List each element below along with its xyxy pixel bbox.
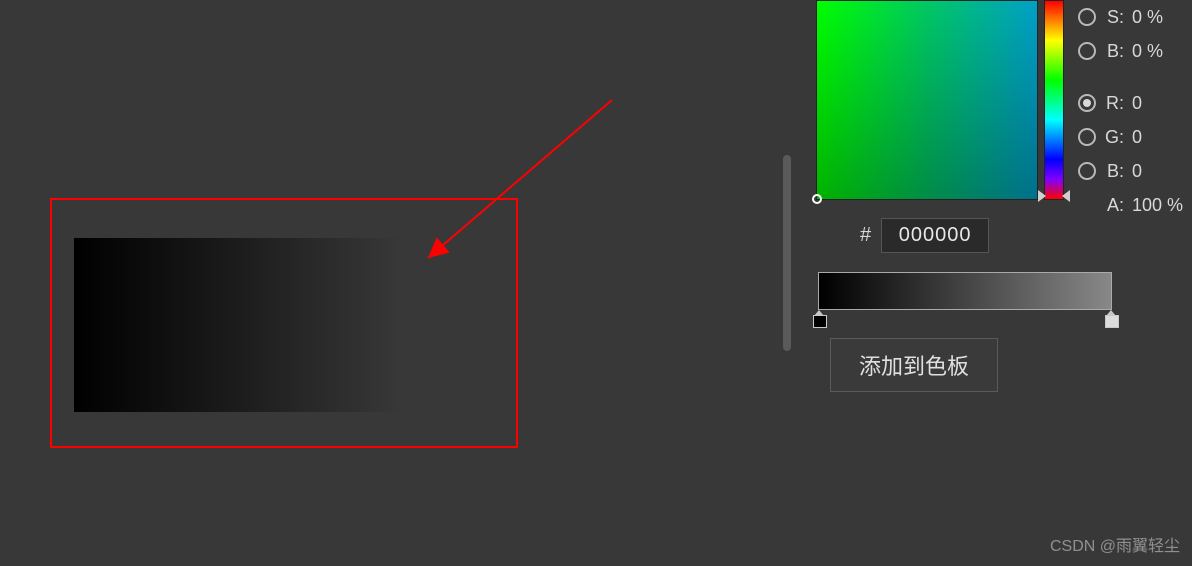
radio-s[interactable] bbox=[1078, 8, 1096, 26]
canvas-area[interactable] bbox=[0, 0, 780, 566]
color-field-cursor[interactable] bbox=[812, 194, 822, 204]
annotation-rectangle bbox=[50, 198, 518, 448]
value-r[interactable]: 0 bbox=[1132, 93, 1142, 114]
radio-b[interactable] bbox=[1078, 42, 1096, 60]
watermark: CSDN @雨翼轻尘 bbox=[1050, 532, 1180, 556]
hex-row: # bbox=[860, 218, 989, 253]
value-g[interactable]: 0 bbox=[1132, 127, 1142, 148]
add-to-swatch-button[interactable]: 添加到色板 bbox=[830, 338, 998, 392]
panel-scrollbar-thumb[interactable] bbox=[783, 155, 791, 351]
gradient-bar[interactable] bbox=[818, 272, 1112, 310]
value-b2[interactable]: 0 bbox=[1132, 161, 1142, 182]
radio-g[interactable] bbox=[1078, 128, 1096, 146]
gradient-bar-wrap bbox=[818, 272, 1112, 310]
gradient-stop-right[interactable] bbox=[1104, 310, 1118, 326]
channel-row-g: G: 0 bbox=[1078, 120, 1192, 154]
channel-row-a: A: 100 % bbox=[1078, 188, 1192, 222]
hex-prefix: # bbox=[860, 224, 871, 247]
channel-row-s: S: 0 % bbox=[1078, 0, 1192, 34]
value-s[interactable]: 0 % bbox=[1132, 7, 1163, 28]
channel-row-r: R: 0 bbox=[1078, 86, 1192, 120]
hue-slider[interactable] bbox=[1044, 0, 1064, 200]
label-r: R: bbox=[1104, 93, 1124, 114]
color-picker-panel: S: 0 % B: 0 % R: 0 G: 0 B: 0 A: 100 % bbox=[796, 0, 1192, 566]
label-s: S: bbox=[1104, 7, 1124, 28]
label-a: A: bbox=[1104, 195, 1124, 216]
radio-a-spacer bbox=[1078, 196, 1096, 214]
label-g: G: bbox=[1104, 127, 1124, 148]
label-b2: B: bbox=[1104, 161, 1124, 182]
panel-scrollbar-track[interactable] bbox=[782, 0, 792, 566]
color-field[interactable] bbox=[816, 0, 1038, 200]
value-b[interactable]: 0 % bbox=[1132, 41, 1163, 62]
radio-r[interactable] bbox=[1078, 94, 1096, 112]
hex-input[interactable] bbox=[881, 218, 989, 253]
gradient-stop-left[interactable] bbox=[812, 310, 826, 326]
channel-row-b2: B: 0 bbox=[1078, 154, 1192, 188]
channel-row-b: B: 0 % bbox=[1078, 34, 1192, 68]
value-a[interactable]: 100 % bbox=[1132, 195, 1183, 216]
channel-value-rows: S: 0 % B: 0 % R: 0 G: 0 B: 0 A: 100 % bbox=[1078, 0, 1192, 222]
radio-b2[interactable] bbox=[1078, 162, 1096, 180]
label-b: B: bbox=[1104, 41, 1124, 62]
